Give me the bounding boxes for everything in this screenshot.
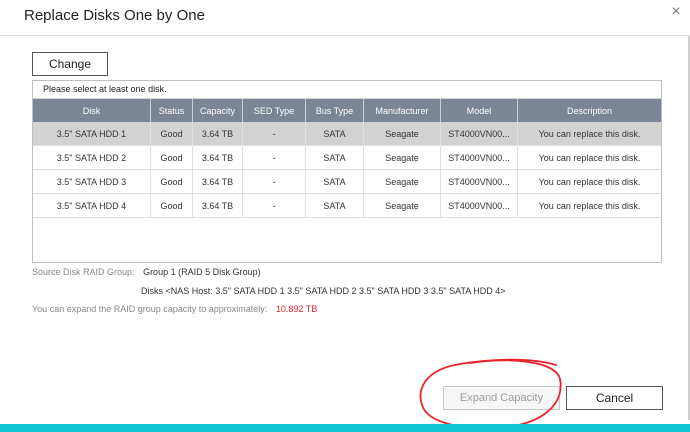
red-circle-annotation: [419, 358, 562, 430]
cell-manufacturer: Seagate: [364, 170, 441, 193]
cell-manufacturer: Seagate: [364, 122, 441, 145]
column-header-manufacturer[interactable]: Manufacturer: [364, 99, 441, 122]
disk-table: Please select at least one disk. Disk St…: [32, 80, 662, 263]
cell-disk: 3.5" SATA HDD 1: [33, 122, 151, 145]
dialog-title-bar: Replace Disks One by One ×: [0, 0, 690, 36]
table-instruction: Please select at least one disk.: [33, 81, 661, 99]
cell-disk: 3.5" SATA HDD 3: [33, 170, 151, 193]
cell-status: Good: [151, 122, 193, 145]
close-icon[interactable]: ×: [667, 3, 685, 21]
column-header-capacity[interactable]: Capacity: [193, 99, 243, 122]
column-header-status[interactable]: Status: [151, 99, 193, 122]
taskbar-strip: [0, 424, 690, 432]
cell-status: Good: [151, 170, 193, 193]
cell-disk: 3.5" SATA HDD 2: [33, 146, 151, 169]
cell-description: You can replace this disk.: [538, 176, 641, 187]
cell-sed-type: -: [243, 194, 306, 217]
cell-sed-type: -: [243, 146, 306, 169]
cell-manufacturer: Seagate: [364, 194, 441, 217]
dialog-title: Replace Disks One by One: [24, 7, 205, 24]
expand-capacity-value: 10.892 TB: [275, 304, 318, 314]
source-raid-group-value: Group 1 (RAID 5 Disk Group): [143, 267, 261, 277]
table-row[interactable]: 3.5" SATA HDD 2 Good 3.64 TB - SATA Seag…: [33, 146, 661, 170]
cell-manufacturer: Seagate: [364, 146, 441, 169]
column-header-description[interactable]: Description: [518, 99, 661, 122]
expand-capacity-info: You can expand the RAID group capacity t…: [32, 304, 317, 314]
source-raid-group: Source Disk RAID Group: Group 1 (RAID 5 …: [32, 267, 261, 277]
table-row[interactable]: 3.5" SATA HDD 3 Good 3.64 TB - SATA Seag…: [33, 170, 661, 194]
cell-sed-type: -: [243, 122, 306, 145]
cell-status: Good: [151, 194, 193, 217]
source-raid-group-label: Source Disk RAID Group:: [32, 267, 135, 277]
cell-capacity: 3.64 TB: [193, 194, 243, 217]
cell-model: ST4000VN00...: [441, 146, 518, 169]
cell-status: Good: [151, 146, 193, 169]
cell-capacity: 3.64 TB: [193, 146, 243, 169]
cell-capacity: 3.64 TB: [193, 122, 243, 145]
expand-capacity-label: You can expand the RAID group capacity t…: [32, 304, 268, 314]
cell-bus-type: SATA: [306, 122, 364, 145]
column-header-model[interactable]: Model: [441, 99, 518, 122]
cell-bus-type: SATA: [306, 146, 364, 169]
cell-disk: 3.5" SATA HDD 4: [33, 194, 151, 217]
cell-model: ST4000VN00...: [441, 170, 518, 193]
disks-list: Disks <NAS Host: 3.5" SATA HDD 1 3.5" SA…: [141, 286, 506, 296]
cell-bus-type: SATA: [306, 170, 364, 193]
change-button[interactable]: Change: [32, 52, 108, 76]
cell-model: ST4000VN00...: [441, 194, 518, 217]
table-row[interactable]: 3.5" SATA HDD 4 Good 3.64 TB - SATA Seag…: [33, 194, 661, 218]
column-header-sed-type[interactable]: SED Type: [243, 99, 306, 122]
replace-disks-dialog: Replace Disks One by One × Change Please…: [0, 0, 690, 430]
cell-description: You can replace this disk.: [538, 152, 641, 163]
cancel-button[interactable]: Cancel: [566, 386, 663, 410]
cell-bus-type: SATA: [306, 194, 364, 217]
cell-sed-type: -: [243, 170, 306, 193]
cell-description: You can replace this disk.: [538, 200, 641, 211]
cell-model: ST4000VN00...: [441, 122, 518, 145]
column-header-bus-type[interactable]: Bus Type: [306, 99, 364, 122]
cell-description: You can replace this disk.: [538, 128, 641, 139]
column-header-disk[interactable]: Disk: [33, 99, 151, 122]
table-header: Disk Status Capacity SED Type Bus Type M…: [33, 99, 661, 122]
table-row[interactable]: 3.5" SATA HDD 1 Good 3.64 TB - SATA Seag…: [33, 122, 661, 146]
cell-capacity: 3.64 TB: [193, 170, 243, 193]
